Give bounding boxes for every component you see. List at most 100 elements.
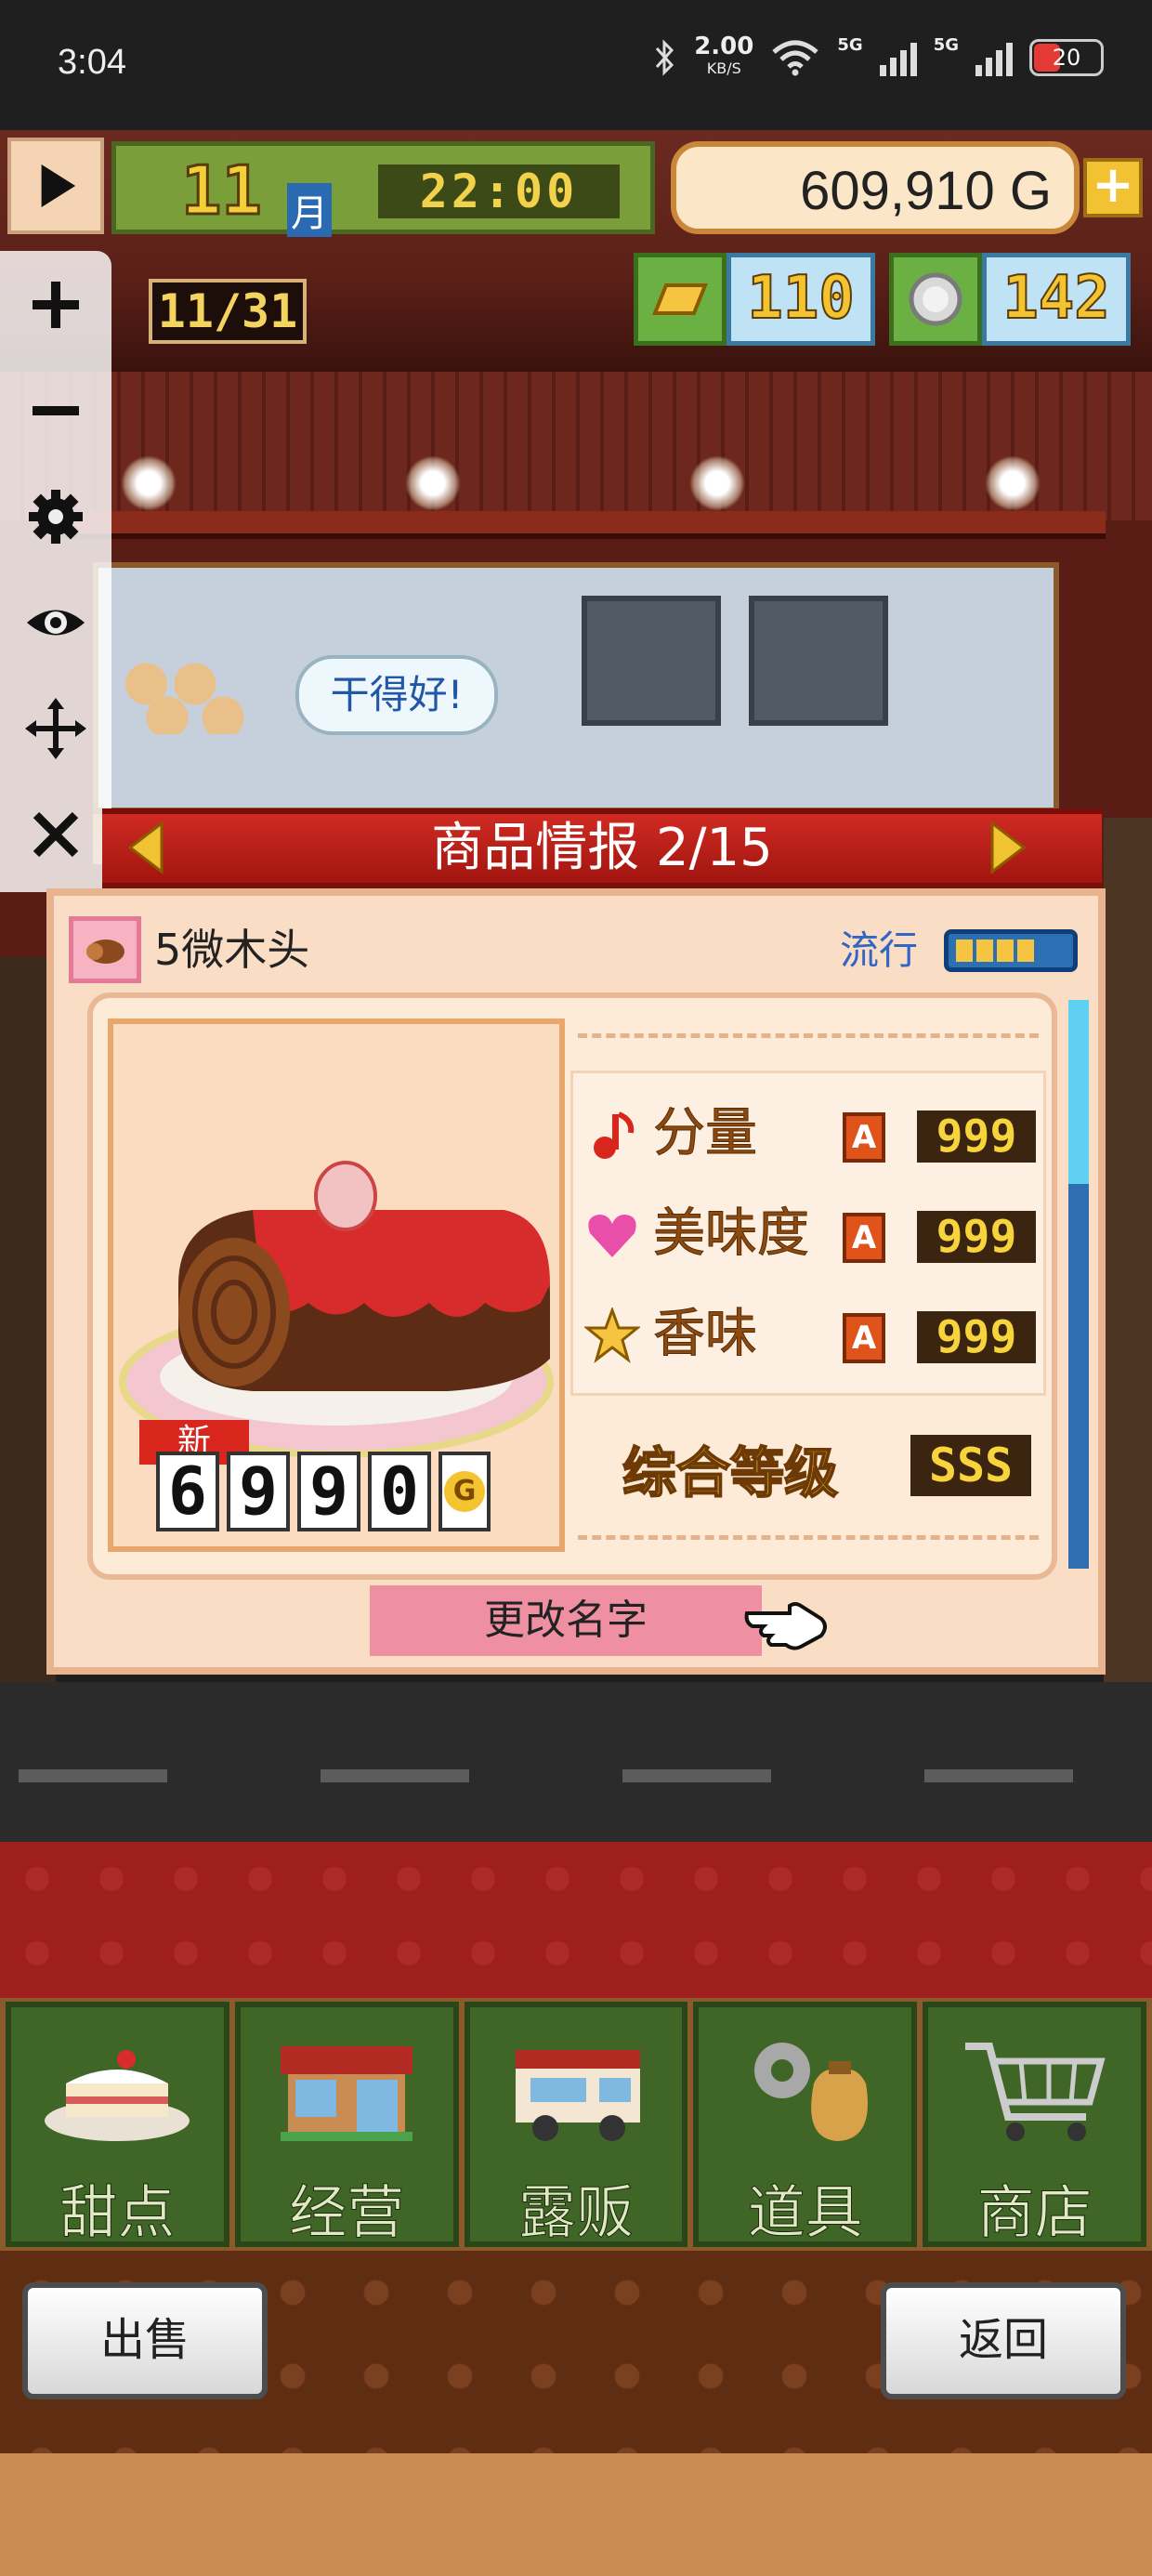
price-digit: 6 bbox=[156, 1452, 219, 1531]
stat-row-taste: 美味度 A 999 bbox=[573, 1185, 1049, 1278]
road-marking bbox=[19, 1769, 167, 1782]
stat-label: 分量 bbox=[653, 1103, 758, 1164]
nav-label: 露贩 bbox=[517, 2178, 634, 2247]
zoom-in-button[interactable] bbox=[9, 258, 102, 351]
items-bag-icon bbox=[753, 2043, 868, 2141]
visibility-button[interactable] bbox=[9, 576, 102, 669]
price-digit: 9 bbox=[297, 1452, 360, 1531]
overall-grade-label: 综合等级 bbox=[622, 1440, 839, 1505]
play-button[interactable] bbox=[7, 138, 104, 234]
lamp-1 bbox=[121, 455, 177, 511]
silver-coin-icon bbox=[889, 253, 982, 346]
net-speed: 2.00 KB/S bbox=[694, 33, 754, 77]
money-display: 609,910 G bbox=[671, 141, 1080, 234]
log-cake-icon bbox=[69, 916, 141, 983]
gold-bar-icon bbox=[634, 253, 727, 346]
music-note-icon bbox=[594, 1111, 635, 1159]
price-display: 6 9 9 0 G bbox=[156, 1452, 491, 1531]
move-button[interactable] bbox=[9, 682, 102, 775]
stat-value: 999 bbox=[917, 1111, 1036, 1163]
wifi-icon bbox=[772, 40, 819, 76]
shopping-cart-icon bbox=[964, 2043, 1106, 2141]
scrollbar-thumb[interactable] bbox=[1068, 1000, 1089, 1184]
price-unit: G bbox=[444, 1471, 485, 1512]
item-name: 5微木头 bbox=[154, 925, 310, 975]
trend-segment bbox=[976, 940, 993, 962]
floating-toolbar bbox=[0, 251, 111, 892]
heart-icon bbox=[588, 1215, 636, 1257]
sell-button[interactable]: 出售 bbox=[22, 2282, 268, 2399]
rename-button[interactable]: 更改名字 bbox=[370, 1585, 762, 1656]
pointing-hand-icon bbox=[744, 1602, 827, 1650]
shop-building-icon bbox=[281, 2046, 413, 2141]
bottom-nav: 甜点 经营 露贩 道具 商店 bbox=[0, 1998, 1152, 2251]
signal-2-label: 5G bbox=[933, 35, 959, 55]
panel-title: 商品情报 2/15 bbox=[102, 808, 1102, 888]
stat-label: 香味 bbox=[653, 1304, 758, 1365]
trend-segment bbox=[1017, 940, 1034, 962]
food-truck-icon bbox=[515, 2050, 640, 2141]
lamp-2 bbox=[405, 455, 461, 511]
road-marking bbox=[924, 1769, 1073, 1782]
oven-2 bbox=[749, 596, 888, 726]
close-toolbar-button[interactable] bbox=[9, 788, 102, 881]
speech-bubble: 干得好! bbox=[295, 655, 498, 735]
stat-value: 999 bbox=[917, 1311, 1036, 1363]
divider bbox=[578, 1535, 1039, 1540]
price-digit: 9 bbox=[227, 1452, 290, 1531]
road-marking bbox=[321, 1769, 469, 1782]
status-time: 3:04 bbox=[58, 43, 126, 82]
zoom-out-button[interactable] bbox=[9, 364, 102, 457]
stat-grade: A bbox=[843, 1112, 885, 1163]
signal-1-icon bbox=[879, 39, 917, 76]
prev-item-arrow-icon[interactable] bbox=[124, 820, 169, 875]
nav-desserts[interactable]: 甜点 bbox=[6, 2002, 229, 2247]
nav-items[interactable]: 道具 bbox=[693, 2002, 918, 2247]
add-money-button[interactable]: + bbox=[1083, 158, 1143, 217]
gold-ticket-value: 110 bbox=[727, 253, 875, 346]
star-icon bbox=[584, 1308, 640, 1363]
nav-management[interactable]: 经营 bbox=[234, 2002, 459, 2247]
price-digit: 0 bbox=[368, 1452, 431, 1531]
signal-1-label: 5G bbox=[837, 35, 863, 55]
nav-food-truck[interactable]: 露贩 bbox=[464, 2002, 688, 2247]
stats-box: 分量 A 999 美味度 A 999 香味 A 999 bbox=[570, 1071, 1046, 1396]
game-screen: 3:04 2.00 KB/S 5G 5G 20 11 月 22:00 609,91… bbox=[0, 0, 1152, 2576]
stat-label: 美味度 bbox=[653, 1203, 810, 1265]
gold-coin-icon: G bbox=[439, 1452, 491, 1531]
next-item-arrow-icon[interactable] bbox=[985, 820, 1029, 875]
nav-label: 经营 bbox=[289, 2178, 405, 2247]
nav-store[interactable]: 商店 bbox=[923, 2002, 1146, 2247]
month-label: 月 bbox=[287, 183, 332, 237]
lamp-4 bbox=[985, 455, 1041, 511]
plus-icon bbox=[33, 282, 79, 328]
trend-segment bbox=[956, 940, 973, 962]
lamp-3 bbox=[689, 455, 745, 511]
move-icon bbox=[25, 698, 86, 759]
mini-date: 11/31 bbox=[149, 279, 307, 344]
minus-icon bbox=[33, 406, 79, 415]
status-bar: 3:04 2.00 KB/S 5G 5G 20 bbox=[0, 0, 1152, 130]
trend-meter bbox=[944, 929, 1078, 972]
awning-bar bbox=[56, 511, 1106, 539]
nav-label: 商店 bbox=[976, 2178, 1093, 2247]
trend-label: 流行 bbox=[840, 927, 919, 973]
back-button[interactable]: 返回 bbox=[881, 2282, 1126, 2399]
settings-button[interactable] bbox=[9, 470, 102, 563]
signal-2-icon bbox=[975, 39, 1013, 76]
game-hud: 11 月 22:00 609,910 G + 11/31 110 142 bbox=[0, 130, 1152, 372]
eye-icon bbox=[27, 610, 85, 636]
overall-grade-value: SSS bbox=[910, 1435, 1031, 1496]
play-icon bbox=[41, 164, 76, 208]
status-icons: 2.00 KB/S 5G 5G 20 bbox=[653, 33, 1104, 80]
road-marking bbox=[622, 1769, 771, 1782]
money-value: 609,910 G bbox=[800, 161, 1052, 221]
bread-display bbox=[111, 651, 251, 734]
oven-1 bbox=[582, 596, 721, 726]
stat-value: 999 bbox=[917, 1211, 1036, 1263]
gold-ticket-counter: 110 bbox=[634, 253, 875, 346]
item-header: 5微木头 流行 bbox=[69, 916, 1091, 987]
game-clock: 22:00 bbox=[378, 164, 620, 218]
bluetooth-icon bbox=[656, 39, 674, 76]
close-icon bbox=[33, 811, 79, 858]
